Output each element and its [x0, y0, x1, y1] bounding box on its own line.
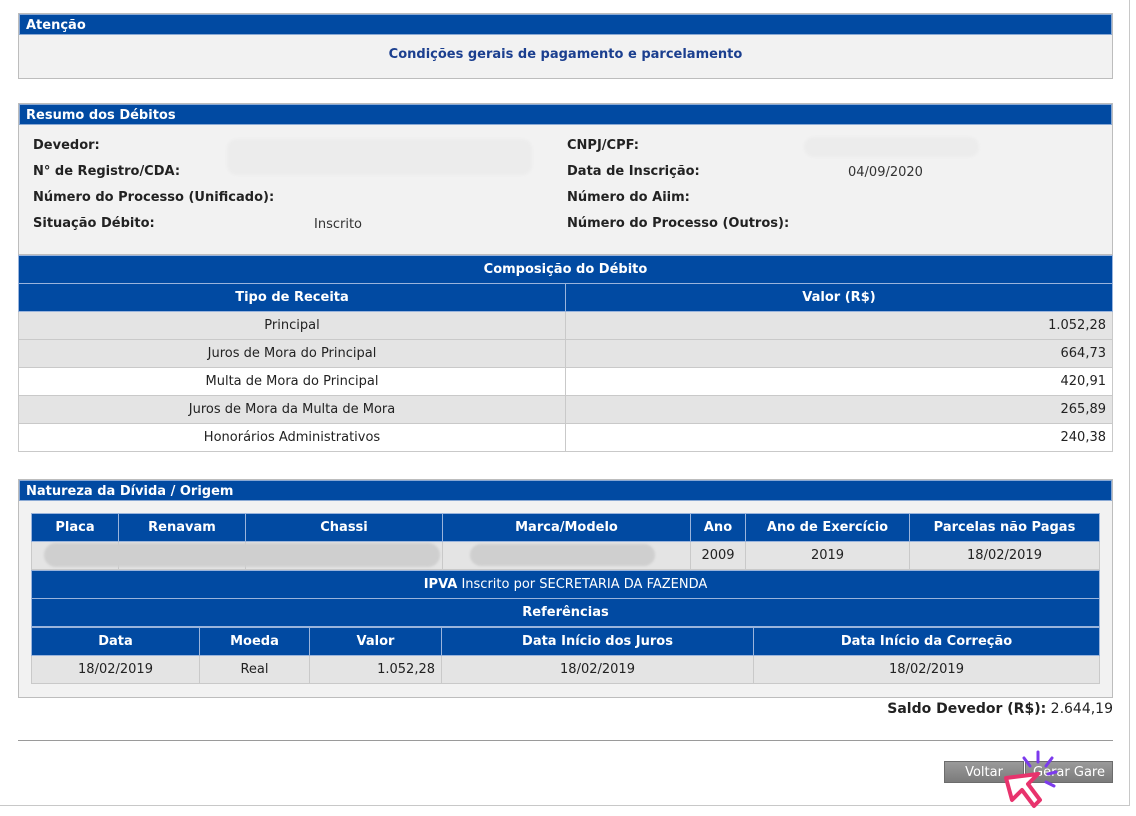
redacted-devedor	[227, 139, 532, 175]
col-renavam: Renavam	[118, 513, 246, 542]
payment-conditions-link[interactable]: Condições gerais de pagamento e parcelam…	[19, 47, 1112, 62]
saldo-label: Saldo Devedor (R$):	[887, 701, 1047, 717]
devedor-label: Devedor:	[33, 138, 100, 153]
composicao-table: Composição do Débito Tipo de Receita Val…	[18, 255, 1113, 452]
tipo-cell: Principal	[18, 311, 566, 340]
exercicio-cell: 2019	[745, 541, 910, 570]
ref-correcao-cell: 18/02/2019	[753, 655, 1100, 684]
col-moeda: Moeda	[199, 627, 310, 656]
col-placa: Placa	[31, 513, 119, 542]
valor-cell: 1.052,28	[565, 311, 1113, 340]
tipo-cell: Multa de Mora do Principal	[18, 367, 566, 396]
ipva-row: IPVA Inscrito por SECRETARIA DA FAZENDA	[31, 570, 1100, 599]
data-inscricao-value: 04/09/2020	[848, 165, 923, 180]
resumo-panel: Resumo dos Débitos Devedor: N° de Regist…	[18, 103, 1113, 255]
data-inscricao-label: Data de Inscrição:	[567, 164, 700, 179]
table-row: 18/02/2019 Real 1.052,28 18/02/2019 18/0…	[31, 655, 1100, 684]
table-row: Juros de Mora do Principal 664,73	[18, 339, 1113, 368]
col-valor-ref: Valor	[309, 627, 442, 656]
registro-label: N° de Registro/CDA:	[33, 164, 181, 179]
saldo-value: 2.644,19	[1050, 701, 1113, 717]
tipo-cell: Honorários Administrativos	[18, 423, 566, 452]
aiim-label: Número do Aiim:	[567, 190, 690, 205]
referencias-table: Data Moeda Valor Data Início dos Juros D…	[31, 627, 1100, 684]
processo-unificado-label: Número do Processo (Unificado):	[33, 190, 275, 205]
ref-valor-cell: 1.052,28	[309, 655, 442, 684]
saldo-devedor: Saldo Devedor (R$): 2.644,19	[887, 701, 1113, 717]
attention-title: Atenção	[19, 14, 1112, 35]
col-ano-exercicio: Ano de Exercício	[745, 513, 910, 542]
table-row: Principal 1.052,28	[18, 311, 1113, 340]
tipo-cell: Juros de Mora do Principal	[18, 339, 566, 368]
ref-juros-cell: 18/02/2019	[441, 655, 754, 684]
attention-panel: Atenção Condições gerais de pagamento e …	[18, 13, 1113, 79]
col-parcelas: Parcelas não Pagas	[909, 513, 1100, 542]
divider	[18, 740, 1113, 741]
natureza-title: Natureza da Dívida / Origem	[19, 480, 1112, 501]
table-row: Honorários Administrativos 240,38	[18, 423, 1113, 452]
ref-data-cell: 18/02/2019	[31, 655, 200, 684]
col-data-juros: Data Início dos Juros	[441, 627, 754, 656]
table-row: Multa de Mora do Principal 420,91	[18, 367, 1113, 396]
valor-cell: 664,73	[565, 339, 1113, 368]
ref-moeda-cell: Real	[199, 655, 310, 684]
col-ano: Ano	[690, 513, 746, 542]
valor-cell: 420,91	[565, 367, 1113, 396]
col-data-correcao: Data Início da Correção	[753, 627, 1100, 656]
valor-cell: 265,89	[565, 395, 1113, 424]
redacted-marca	[470, 544, 655, 566]
col-chassi: Chassi	[245, 513, 443, 542]
redacted-vehicle-ids	[44, 543, 440, 567]
ano-cell: 2009	[690, 541, 746, 570]
resumo-title: Resumo dos Débitos	[19, 104, 1112, 125]
situacao-label: Situação Débito:	[33, 216, 155, 231]
col-tipo-receita: Tipo de Receita	[18, 283, 566, 312]
col-marca-modelo: Marca/Modelo	[442, 513, 691, 542]
col-valor: Valor (R$)	[565, 283, 1113, 312]
redacted-cnpj	[804, 137, 979, 157]
table-row: Juros de Mora da Multa de Mora 265,89	[18, 395, 1113, 424]
ipva-label: IPVA	[423, 577, 458, 592]
referencias-title: Referências	[31, 598, 1100, 627]
resumo-fields: Devedor: N° de Registro/CDA: Número do P…	[19, 125, 1112, 255]
tipo-cell: Juros de Mora da Multa de Mora	[18, 395, 566, 424]
parcelas-cell: 18/02/2019	[909, 541, 1100, 570]
composicao-title: Composição do Débito	[18, 255, 1113, 284]
click-cursor-icon	[1004, 750, 1058, 808]
ipva-text: Inscrito por SECRETARIA DA FAZENDA	[461, 577, 708, 592]
processo-outros-label: Número do Processo (Outros):	[567, 216, 790, 231]
valor-cell: 240,38	[565, 423, 1113, 452]
situacao-value: Inscrito	[314, 217, 363, 232]
ipva-table: IPVA Inscrito por SECRETARIA DA FAZENDA …	[31, 570, 1100, 627]
cnpj-label: CNPJ/CPF:	[567, 138, 639, 153]
col-data: Data	[31, 627, 200, 656]
